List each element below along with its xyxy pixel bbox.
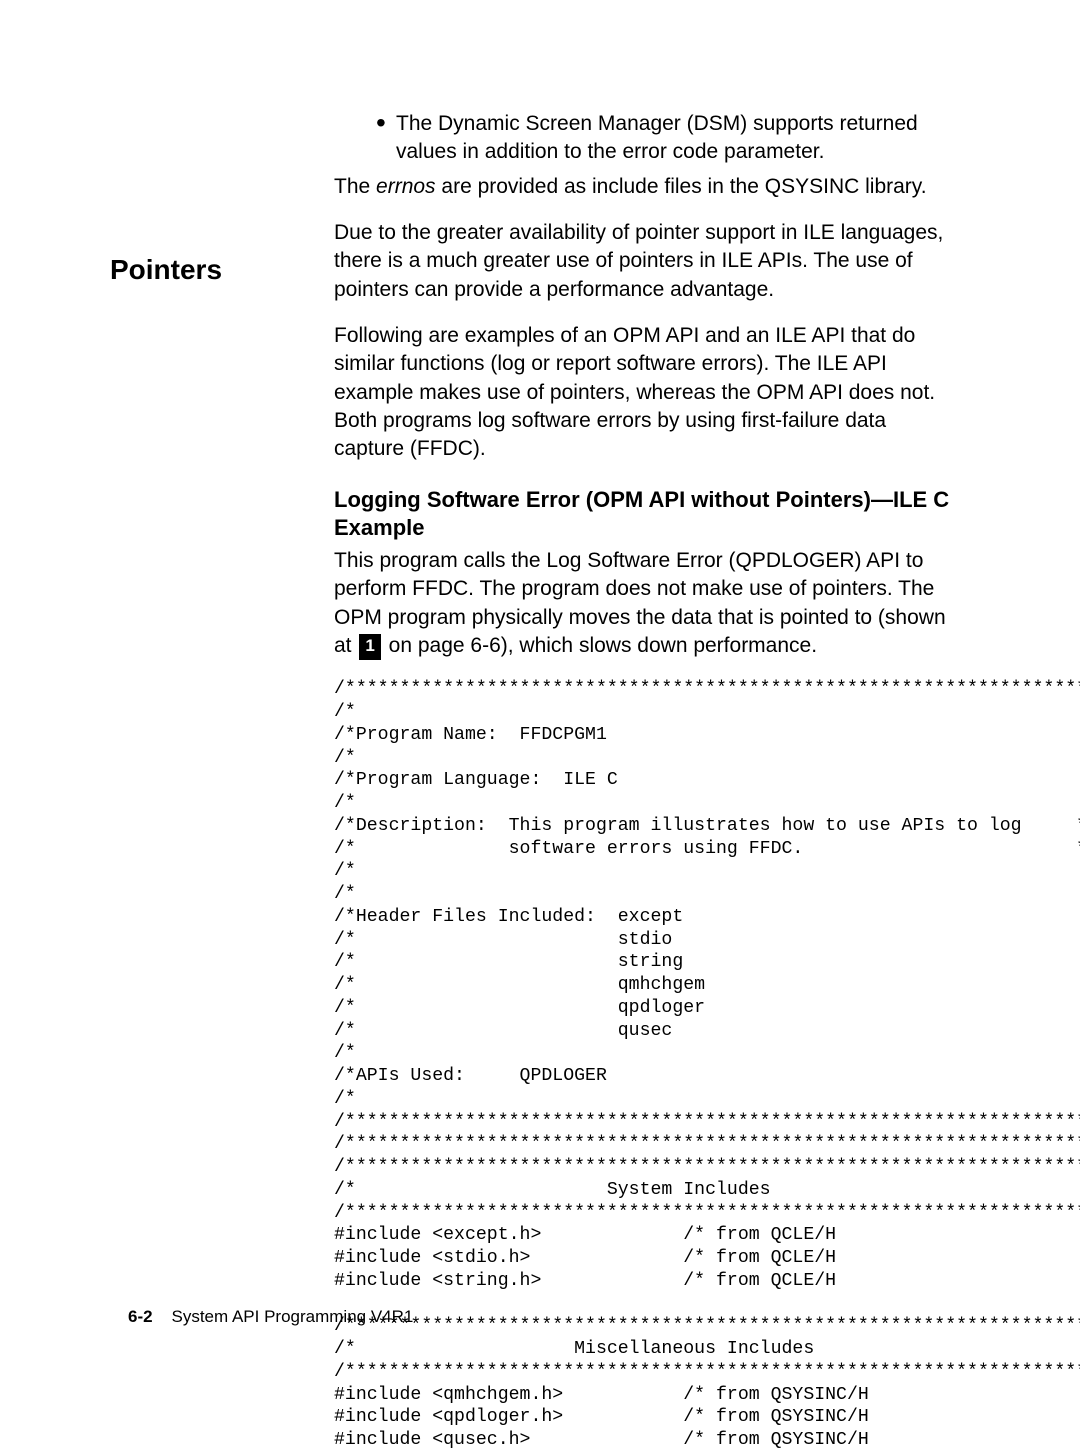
errnos-word: errnos [376,175,436,198]
pointers-para2: Following are examples of an OPM API and… [334,322,952,464]
example-para-post: on page 6-6), which slows down performan… [383,634,817,657]
intro-block: • The Dynamic Screen Manager (DSM) suppo… [334,110,952,201]
code-listing: /***************************************… [334,678,952,1452]
pointers-block: Due to the greater availability of point… [334,219,952,1452]
bullet-text: The Dynamic Screen Manager (DSM) support… [396,110,952,167]
errnos-post: are provided as include files in the QSY… [436,175,927,198]
pointers-heading: Pointers [110,254,222,286]
example-paragraph: This program calls the Log Software Erro… [334,547,952,660]
bullet-dot: • [376,110,396,167]
callout-marker-icon: 1 [359,634,380,660]
errnos-paragraph: The errnos are provided as include files… [334,173,952,201]
page-footer: 6-2 System API Programming V4R1 [128,1307,413,1327]
example-subhead: Logging Software Error (OPM API without … [334,486,952,543]
page: • The Dynamic Screen Manager (DSM) suppo… [0,0,1080,1397]
footer-page-number: 6-2 [128,1307,153,1326]
footer-book-title: System API Programming V4R1 [171,1307,413,1326]
pointers-para1: Due to the greater availability of point… [334,219,952,304]
bullet-item: • The Dynamic Screen Manager (DSM) suppo… [376,110,952,167]
errnos-pre: The [334,175,376,198]
